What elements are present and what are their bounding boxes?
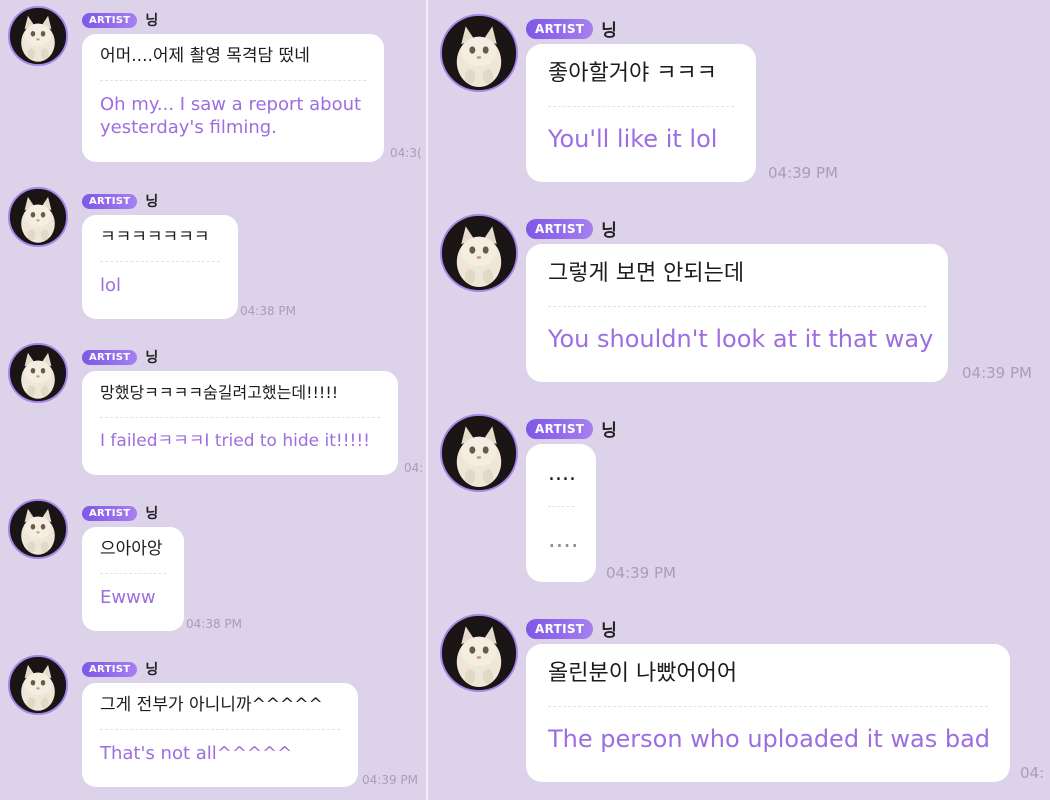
timestamp: 04:39 PM (606, 564, 676, 582)
artist-badge: ARTIST (526, 418, 594, 439)
english-translation: You shouldn't look at it that way (548, 325, 934, 353)
avatar[interactable] (8, 343, 68, 403)
avatar[interactable] (440, 14, 518, 92)
korean-text: 그게 전부가 아니니까^^^^^ (100, 695, 323, 715)
sender-name: 닝 (145, 662, 159, 678)
korean-text: 망했당ㅋㅋㅋㅋ숨길려고했는데!!!!! (100, 383, 339, 402)
timestamp: 04: (1020, 764, 1045, 782)
english-translation: The person who uploaded it was bad (548, 725, 991, 753)
english-translation: I failedㅋㅋㅋI tried to hide it!!!!! (100, 431, 370, 451)
sender-name: 닝 (145, 506, 159, 522)
korean-text: 좋아할거야 ㅋㅋㅋ (548, 61, 717, 86)
message-bubble[interactable]: 올린분이 나빴어어어 The person who uploaded it wa… (526, 644, 1010, 782)
avatar[interactable] (440, 414, 518, 492)
timestamp: 04:38 PM (240, 304, 296, 318)
timestamp: 04:39 PM (962, 364, 1032, 382)
avatar[interactable] (8, 499, 68, 559)
message-bubble[interactable]: 그렇게 보면 안되는데 You shouldn't look at it tha… (526, 244, 948, 382)
english-translation: lol (100, 275, 122, 296)
korean-text: 으아아앙 (100, 539, 163, 559)
artist-badge: ARTIST (82, 505, 138, 521)
timestamp: 04:39 PM (768, 164, 838, 182)
sender-name: 닝 (601, 421, 617, 441)
message-bubble[interactable]: .... .... (526, 444, 596, 582)
sender-name: 닝 (145, 194, 159, 210)
timestamp: 04:3( (390, 146, 422, 160)
sender-name: 닝 (601, 221, 617, 241)
artist-badge: ARTIST (526, 18, 594, 39)
avatar[interactable] (8, 187, 68, 247)
avatar[interactable] (8, 6, 68, 66)
sender-name: 닝 (145, 13, 159, 29)
avatar[interactable] (8, 655, 68, 715)
korean-text: 올린분이 나빴어어어 (548, 661, 738, 686)
timestamp: 04:38 PM (186, 617, 242, 631)
artist-badge: ARTIST (82, 349, 138, 365)
korean-text: 그렇게 보면 안되는데 (548, 261, 745, 286)
timestamp: 04:39 PM (362, 773, 418, 787)
message-bubble[interactable]: 으아아앙 Ewww (82, 527, 184, 631)
artist-badge: ARTIST (82, 661, 138, 677)
korean-text: ㅋㅋㅋㅋㅋㅋㅋ (100, 227, 210, 247)
message-bubble[interactable]: 어머....어제 촬영 목격담 떴네 Oh my... I saw a repo… (82, 34, 384, 162)
english-translation: .... (548, 525, 579, 553)
english-translation: Ewww (100, 587, 156, 608)
message-bubble[interactable]: 망했당ㅋㅋㅋㅋ숨길려고했는데!!!!! I failedㅋㅋㅋI tried t… (82, 371, 398, 475)
korean-text: 어머....어제 촬영 목격담 떴네 (100, 46, 310, 66)
message-bubble[interactable]: ㅋㅋㅋㅋㅋㅋㅋ lol (82, 215, 238, 319)
english-translation: You'll like it lol (548, 125, 718, 153)
artist-badge: ARTIST (82, 12, 138, 28)
avatar[interactable] (440, 214, 518, 292)
artist-badge: ARTIST (82, 193, 138, 209)
korean-text: .... (548, 461, 576, 486)
sender-name: 닝 (601, 21, 617, 41)
english-translation: Oh my... I saw a report about yesterday'… (100, 94, 362, 138)
avatar[interactable] (440, 614, 518, 692)
sender-name: 닝 (145, 350, 159, 366)
sender-name: 닝 (601, 621, 617, 641)
artist-badge: ARTIST (526, 618, 594, 639)
timestamp: 04: (404, 461, 424, 475)
column-divider (426, 0, 428, 800)
english-translation: That's not all^^^^^ (100, 743, 293, 764)
message-bubble[interactable]: 그게 전부가 아니니까^^^^^ That's not all^^^^^ (82, 683, 358, 787)
artist-badge: ARTIST (526, 218, 594, 239)
message-bubble[interactable]: 좋아할거야 ㅋㅋㅋ You'll like it lol (526, 44, 756, 182)
